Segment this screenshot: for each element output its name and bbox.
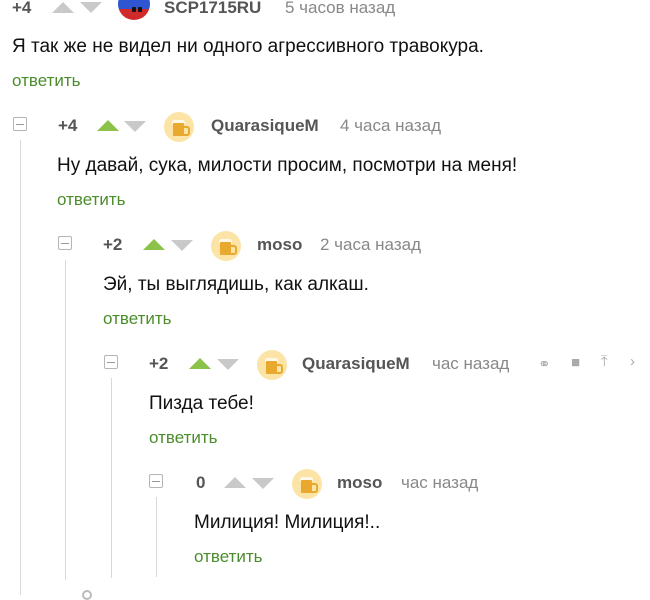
- downvote-icon[interactable]: [124, 121, 146, 132]
- collapse-toggle[interactable]: [149, 474, 163, 488]
- reply-link[interactable]: ответить: [149, 428, 218, 448]
- upload-icon[interactable]: ⤒: [601, 353, 608, 370]
- comment-author[interactable]: moso: [257, 235, 302, 255]
- upvote-icon[interactable]: [224, 477, 246, 488]
- avatar-beer-mug: [173, 123, 184, 136]
- more-icon[interactable]: ›: [630, 353, 635, 370]
- upvote-icon[interactable]: [189, 358, 211, 369]
- thread-line: [65, 260, 66, 580]
- reply-link[interactable]: ответить: [57, 190, 126, 210]
- comment-text: Я так же не видел ни одного агрессивного…: [12, 36, 484, 57]
- avatar-beer-mug: [220, 242, 231, 255]
- comment-rating: +4: [58, 116, 78, 135]
- comment-rating: +2: [149, 354, 169, 373]
- comment-text: Милиция! Милиция!..: [194, 512, 381, 533]
- avatar-beer-mug: [266, 361, 277, 374]
- upvote-icon[interactable]: [97, 120, 119, 131]
- avatar[interactable]: [211, 231, 241, 261]
- reply-link[interactable]: ответить: [103, 309, 172, 329]
- upvote-icon[interactable]: [143, 239, 165, 250]
- comment-time[interactable]: час назад: [432, 354, 509, 374]
- comment-text: Ну давай, сука, милости просим, посмотри…: [57, 155, 518, 176]
- avatar[interactable]: [257, 350, 287, 380]
- avatar-beer-handle: [184, 126, 190, 136]
- comment-time[interactable]: час назад: [401, 473, 478, 493]
- thread-line: [111, 378, 112, 578]
- comment-rating: +2: [103, 235, 123, 254]
- collapse-toggle[interactable]: [13, 117, 27, 131]
- comment-author[interactable]: moso: [337, 473, 382, 493]
- comment-text: Пизда тебе!: [149, 393, 254, 414]
- comment-time[interactable]: 2 часа назад: [320, 235, 421, 255]
- downvote-icon[interactable]: [217, 359, 239, 370]
- downvote-icon[interactable]: [80, 2, 102, 13]
- comment-author[interactable]: QuarasiqueM: [302, 354, 410, 374]
- comment-text: Эй, ты выглядишь, как алкаш.: [103, 274, 369, 295]
- reply-link[interactable]: ответить: [194, 547, 263, 567]
- thread-line: [156, 497, 157, 577]
- collapse-toggle[interactable]: [104, 355, 118, 369]
- upvote-icon[interactable]: [52, 2, 74, 13]
- comment-rating: 0: [196, 473, 206, 492]
- comment-time[interactable]: 4 часа назад: [340, 116, 441, 136]
- thread-line: [20, 140, 21, 595]
- next-comment-fragment: [82, 590, 92, 600]
- avatar[interactable]: [292, 469, 322, 499]
- comment-author[interactable]: SCP1715RU: [164, 0, 261, 18]
- save-icon[interactable]: ■: [571, 354, 580, 371]
- comment-time[interactable]: 5 часов назад: [285, 0, 395, 18]
- reply-link[interactable]: ответить: [12, 71, 81, 91]
- downvote-icon[interactable]: [252, 478, 274, 489]
- avatar[interactable]: [118, 0, 150, 20]
- link-icon[interactable]: ⚭: [538, 355, 551, 373]
- avatar-beer-handle: [277, 364, 283, 374]
- avatar-eye: [138, 7, 142, 12]
- downvote-icon[interactable]: [171, 240, 193, 251]
- comment-rating: +4: [12, 0, 32, 17]
- avatar-eye: [132, 7, 136, 12]
- avatar-beer-handle: [312, 483, 318, 493]
- avatar-beer-handle: [231, 245, 237, 255]
- collapse-toggle[interactable]: [58, 236, 72, 250]
- comment-author[interactable]: QuarasiqueM: [211, 116, 319, 136]
- avatar[interactable]: [164, 112, 194, 142]
- avatar-beer-mug: [301, 480, 312, 493]
